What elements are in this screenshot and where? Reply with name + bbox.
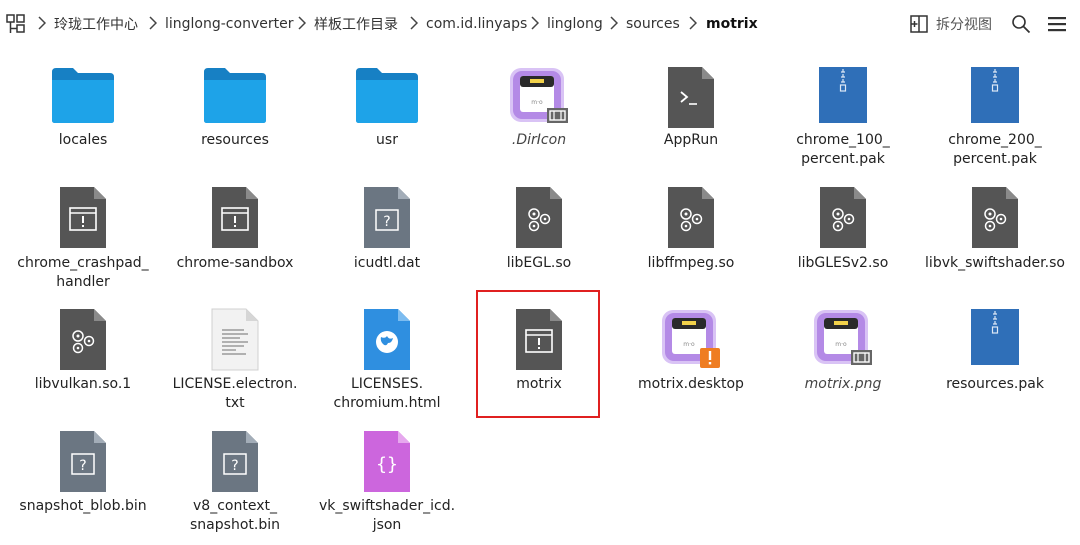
file-name-label: libffmpeg.so: [647, 255, 735, 271]
file-item[interactable]: AppRun: [615, 66, 767, 171]
executable-icon: [210, 186, 260, 250]
file-name-label: resources: [201, 132, 269, 148]
breadcrumb-current[interactable]: motrix: [706, 0, 758, 48]
file-name-label: libvk_swiftshader.so: [925, 255, 1065, 271]
file-item[interactable]: m·o motrix.desktop: [615, 308, 767, 415]
unknown-file-icon: ?: [210, 430, 260, 494]
file-item[interactable]: usr: [311, 66, 463, 171]
hamburger-menu-icon[interactable]: [1047, 15, 1067, 33]
archive-icon: [970, 308, 1020, 366]
file-item[interactable]: chrome-sandbox: [159, 186, 311, 294]
file-name-label: resources.pak: [946, 376, 1044, 392]
breadcrumb-separator-icon: [298, 16, 306, 30]
file-name-label: chrome_crashpad_ handler: [17, 255, 149, 290]
selection-highlight: [476, 290, 600, 418]
file-name-label: libEGL.so: [506, 255, 572, 271]
file-name-label: libvulkan.so.1: [34, 376, 132, 392]
breadcrumb-separator-icon: [149, 16, 157, 30]
breadcrumb-item[interactable]: linglong-converter: [165, 0, 293, 48]
terminal-script-icon: [666, 66, 716, 130]
shared-library-icon: [58, 308, 108, 372]
file-item[interactable]: chrome_100_ percent.pak: [767, 66, 919, 171]
file-item[interactable]: LICENSE.electron. txt: [159, 308, 311, 415]
breadcrumb-separator-icon: [689, 16, 697, 30]
breadcrumb-item[interactable]: sources: [626, 0, 680, 48]
unknown-file-icon: ?: [362, 186, 412, 250]
split-view-button[interactable]: 拆分视图: [936, 0, 992, 48]
unknown-file-icon: ?: [58, 430, 108, 494]
search-icon[interactable]: [1011, 14, 1031, 34]
file-item[interactable]: libffmpeg.so: [615, 186, 767, 294]
file-item[interactable]: {} vk_swiftshader_icd. json: [311, 430, 463, 537]
svg-text:?: ?: [79, 458, 86, 474]
breadcrumb-item[interactable]: linglong: [547, 0, 603, 48]
breadcrumb-separator-icon: [410, 16, 418, 30]
svg-text:m·o: m·o: [531, 99, 543, 106]
svg-text:?: ?: [231, 458, 238, 474]
breadcrumb-item[interactable]: 样板工作目录: [314, 0, 398, 48]
file-name-label: v8_context_ snapshot.bin: [190, 498, 280, 533]
file-name-label: snapshot_blob.bin: [19, 498, 147, 514]
file-name-label: locales: [58, 132, 108, 148]
file-name-label: LICENSES. chromium.html: [333, 376, 441, 411]
motrix-desktop-warning-icon: m·o: [660, 308, 722, 370]
file-item[interactable]: libvulkan.so.1: [7, 308, 159, 415]
svg-text:m·o: m·o: [835, 341, 847, 348]
shared-library-icon: [514, 186, 564, 250]
shared-library-icon: [666, 186, 716, 250]
motrix-image-icon: m·o: [812, 308, 874, 370]
file-item[interactable]: ? icudtl.dat: [311, 186, 463, 294]
breadcrumb-item[interactable]: com.id.linyaps: [426, 0, 527, 48]
executable-icon: [58, 186, 108, 250]
folder-icon: [51, 66, 115, 124]
archive-icon: [818, 66, 868, 124]
folder-icon: [203, 66, 267, 124]
folder-icon: [355, 66, 419, 124]
file-item[interactable]: m·o .DirIcon: [463, 66, 615, 171]
breadcrumb-separator-icon: [531, 16, 539, 30]
split-view-icon[interactable]: [910, 15, 928, 33]
html-file-icon: [362, 308, 412, 372]
svg-text:?: ?: [383, 214, 390, 230]
file-item[interactable]: resources: [159, 66, 311, 171]
file-name-label: vk_swiftshader_icd. json: [318, 498, 456, 533]
shared-library-icon: [970, 186, 1020, 250]
file-name-label: .DirIcon: [511, 132, 567, 148]
file-name-label: usr: [376, 132, 398, 148]
breadcrumb-separator-icon: [38, 16, 46, 30]
file-name-label: LICENSE.electron. txt: [172, 376, 298, 411]
file-item[interactable]: locales: [7, 66, 159, 171]
svg-text:m·o: m·o: [683, 341, 695, 348]
file-name-label: libGLESv2.so: [797, 255, 889, 271]
svg-text:{}: {}: [376, 454, 398, 475]
file-item[interactable]: m·o motrix.png: [767, 308, 919, 415]
breadcrumb-item[interactable]: 玲珑工作中心: [54, 0, 138, 48]
toolbar: 玲珑工作中心 linglong-converter 样板工作目录 com.id.…: [0, 0, 1080, 48]
file-item[interactable]: LICENSES. chromium.html: [311, 308, 463, 415]
file-item[interactable]: ? v8_context_ snapshot.bin: [159, 430, 311, 537]
file-item[interactable]: libEGL.so: [463, 186, 615, 294]
motrix-image-icon: m·o: [508, 66, 570, 128]
file-name-label: motrix.png: [804, 376, 882, 392]
file-name-label: chrome_200_ percent.pak: [948, 132, 1042, 167]
file-item[interactable]: chrome_crashpad_ handler: [7, 186, 159, 294]
file-name-label: motrix.desktop: [638, 376, 744, 392]
file-name-label: chrome_100_ percent.pak: [796, 132, 890, 167]
shared-library-icon: [818, 186, 868, 250]
archive-icon: [970, 66, 1020, 124]
file-name-label: AppRun: [663, 132, 719, 148]
file-item[interactable]: libvk_swiftshader.so: [919, 186, 1071, 294]
breadcrumb-separator-icon: [610, 16, 618, 30]
file-item[interactable]: libGLESv2.so: [767, 186, 919, 294]
file-name-label: icudtl.dat: [353, 255, 421, 271]
json-file-icon: {}: [362, 430, 412, 494]
file-name-label: chrome-sandbox: [176, 255, 294, 271]
text-file-icon: [210, 308, 260, 372]
file-item[interactable]: ? snapshot_blob.bin: [7, 430, 159, 537]
file-item[interactable]: resources.pak: [919, 308, 1071, 415]
places-toggle-icon[interactable]: [6, 14, 26, 34]
file-item[interactable]: chrome_200_ percent.pak: [919, 66, 1071, 171]
